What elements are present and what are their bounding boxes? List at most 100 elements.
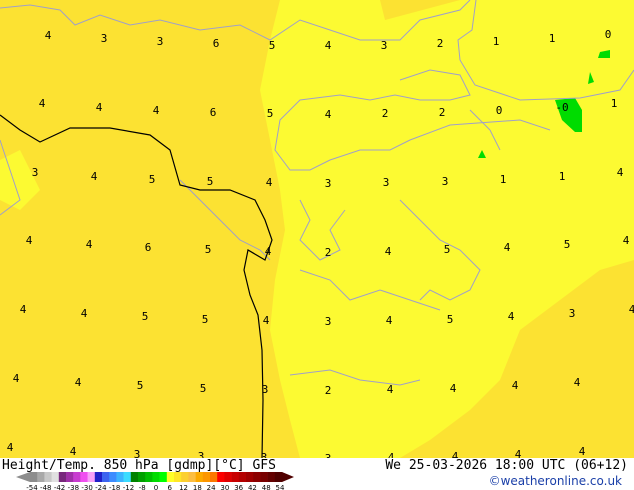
- legend-swatch: [246, 472, 254, 482]
- contour-label: 3: [381, 39, 388, 52]
- contour-label: 5: [200, 382, 207, 395]
- legend-tick: -48: [40, 484, 51, 490]
- contour-label: 4: [266, 176, 273, 189]
- legend-tick: -42: [54, 484, 65, 490]
- contour-label: -0: [555, 101, 568, 114]
- contour-label: 3: [157, 35, 164, 48]
- contour-label: 4: [386, 314, 393, 327]
- contour-label: 4: [81, 307, 88, 320]
- contour-label: 4: [387, 383, 394, 396]
- legend-swatch: [181, 472, 189, 482]
- contour-label: 3: [101, 32, 108, 45]
- contour-label: 3: [325, 177, 332, 190]
- legend-swatch: [253, 472, 261, 482]
- contour-label: 3: [262, 383, 269, 396]
- legend-swatch: [116, 472, 124, 482]
- contour-label: 4: [86, 238, 93, 251]
- legend-swatch: [238, 472, 247, 482]
- legend-tick: 12: [179, 484, 188, 490]
- contour-label: 5: [207, 175, 214, 188]
- contour-label: 6: [145, 241, 152, 254]
- contour-label: 4: [508, 310, 515, 323]
- legend-swatch: [260, 472, 268, 482]
- contour-label: 4: [512, 379, 519, 392]
- legend-swatch: [123, 472, 132, 482]
- contour-label: 4: [39, 97, 46, 110]
- legend-tick: 0: [154, 484, 158, 490]
- contour-label: 4: [70, 445, 77, 458]
- contour-label: 3: [134, 448, 141, 458]
- map-title: Height/Temp. 850 hPa [gdmp][°C] GFS: [2, 458, 276, 473]
- contour-label: 3: [383, 176, 390, 189]
- contour-label: 2: [437, 37, 444, 50]
- contour-label: 3: [261, 451, 268, 458]
- contour-label: 5: [137, 379, 144, 392]
- legend-swatch: [210, 472, 218, 482]
- contour-label: 5: [444, 243, 451, 256]
- contour-label: 5: [142, 310, 149, 323]
- legend-swatch: [109, 472, 117, 482]
- legend-swatch: [166, 472, 175, 482]
- legend-swatch: [66, 472, 74, 482]
- contour-label: 4: [452, 450, 459, 458]
- contour-label: 4: [623, 234, 630, 247]
- legend-swatch: [37, 472, 45, 482]
- contour-label: 4: [13, 372, 20, 385]
- contour-label: 5: [205, 243, 212, 256]
- contour-label: 5: [447, 313, 454, 326]
- contour-label: 4: [7, 441, 14, 454]
- contour-label: 4: [153, 104, 160, 117]
- legend-tick: 6: [168, 484, 173, 490]
- legend-tick: 30: [220, 484, 229, 490]
- legend-swatch: [202, 472, 211, 482]
- credit-link[interactable]: ©weatheronline.co.uk: [489, 474, 622, 488]
- contour-label: 5: [564, 238, 571, 251]
- footer: Height/Temp. 850 hPa [gdmp][°C] GFS We 2…: [0, 458, 634, 490]
- contour-label: 4: [385, 245, 392, 258]
- contour-label: 3: [325, 315, 332, 328]
- contour-label: 5: [149, 173, 156, 186]
- contour-label: 4: [579, 445, 586, 458]
- contour-label: 3: [442, 175, 449, 188]
- contour-label: 2: [439, 106, 446, 119]
- contour-label: 1: [559, 170, 566, 183]
- contour-label: 2: [382, 107, 389, 120]
- legend-swatch: [138, 472, 146, 482]
- legend-tick: -30: [81, 484, 92, 490]
- legend-swatch: [87, 472, 96, 482]
- legend-tick: -8: [139, 484, 146, 490]
- legend-swatch: [102, 472, 110, 482]
- legend-tick: -12: [123, 484, 134, 490]
- legend-tick: -18: [109, 484, 120, 490]
- legend-swatch: [274, 472, 283, 482]
- contour-label: 4: [325, 39, 332, 52]
- legend-swatch: [145, 472, 153, 482]
- contour-label: 3: [32, 166, 39, 179]
- contour-label: 0: [496, 104, 503, 117]
- legend-swatch: [73, 472, 81, 482]
- legend-swatch: [217, 472, 225, 482]
- legend-swatch: [188, 472, 196, 482]
- legend-swatch: [58, 472, 67, 482]
- contour-label: 4: [75, 376, 82, 389]
- contour-label: 5: [202, 313, 209, 326]
- contour-label: 3: [198, 450, 205, 458]
- contour-label: 4: [325, 108, 332, 121]
- legend-tick: 42: [248, 484, 257, 490]
- legend-swatch: [224, 472, 232, 482]
- legend-tick: -24: [95, 484, 107, 490]
- contour-label: 4: [515, 448, 522, 458]
- legend-tick: 36: [234, 484, 243, 490]
- contour-label: 1: [611, 97, 618, 110]
- contour-label: 5: [269, 39, 276, 52]
- legend-swatch: [44, 472, 52, 482]
- contour-label: 4: [96, 101, 103, 114]
- valid-datetime: We 25-03-2026 18:00 UTC (06+12): [385, 458, 628, 473]
- contour-label: 4: [45, 29, 52, 42]
- legend-tick: 54: [276, 484, 285, 490]
- legend-swatch: [159, 472, 168, 482]
- legend-swatch: [130, 472, 139, 482]
- color-legend: -54 -48 -42 -38 -30 -24 -18 -12 -8 0 6 12 18 24 30 36 42…: [16, 472, 294, 490]
- legend-arrow-left: [16, 472, 30, 482]
- contour-label: 4: [504, 241, 511, 254]
